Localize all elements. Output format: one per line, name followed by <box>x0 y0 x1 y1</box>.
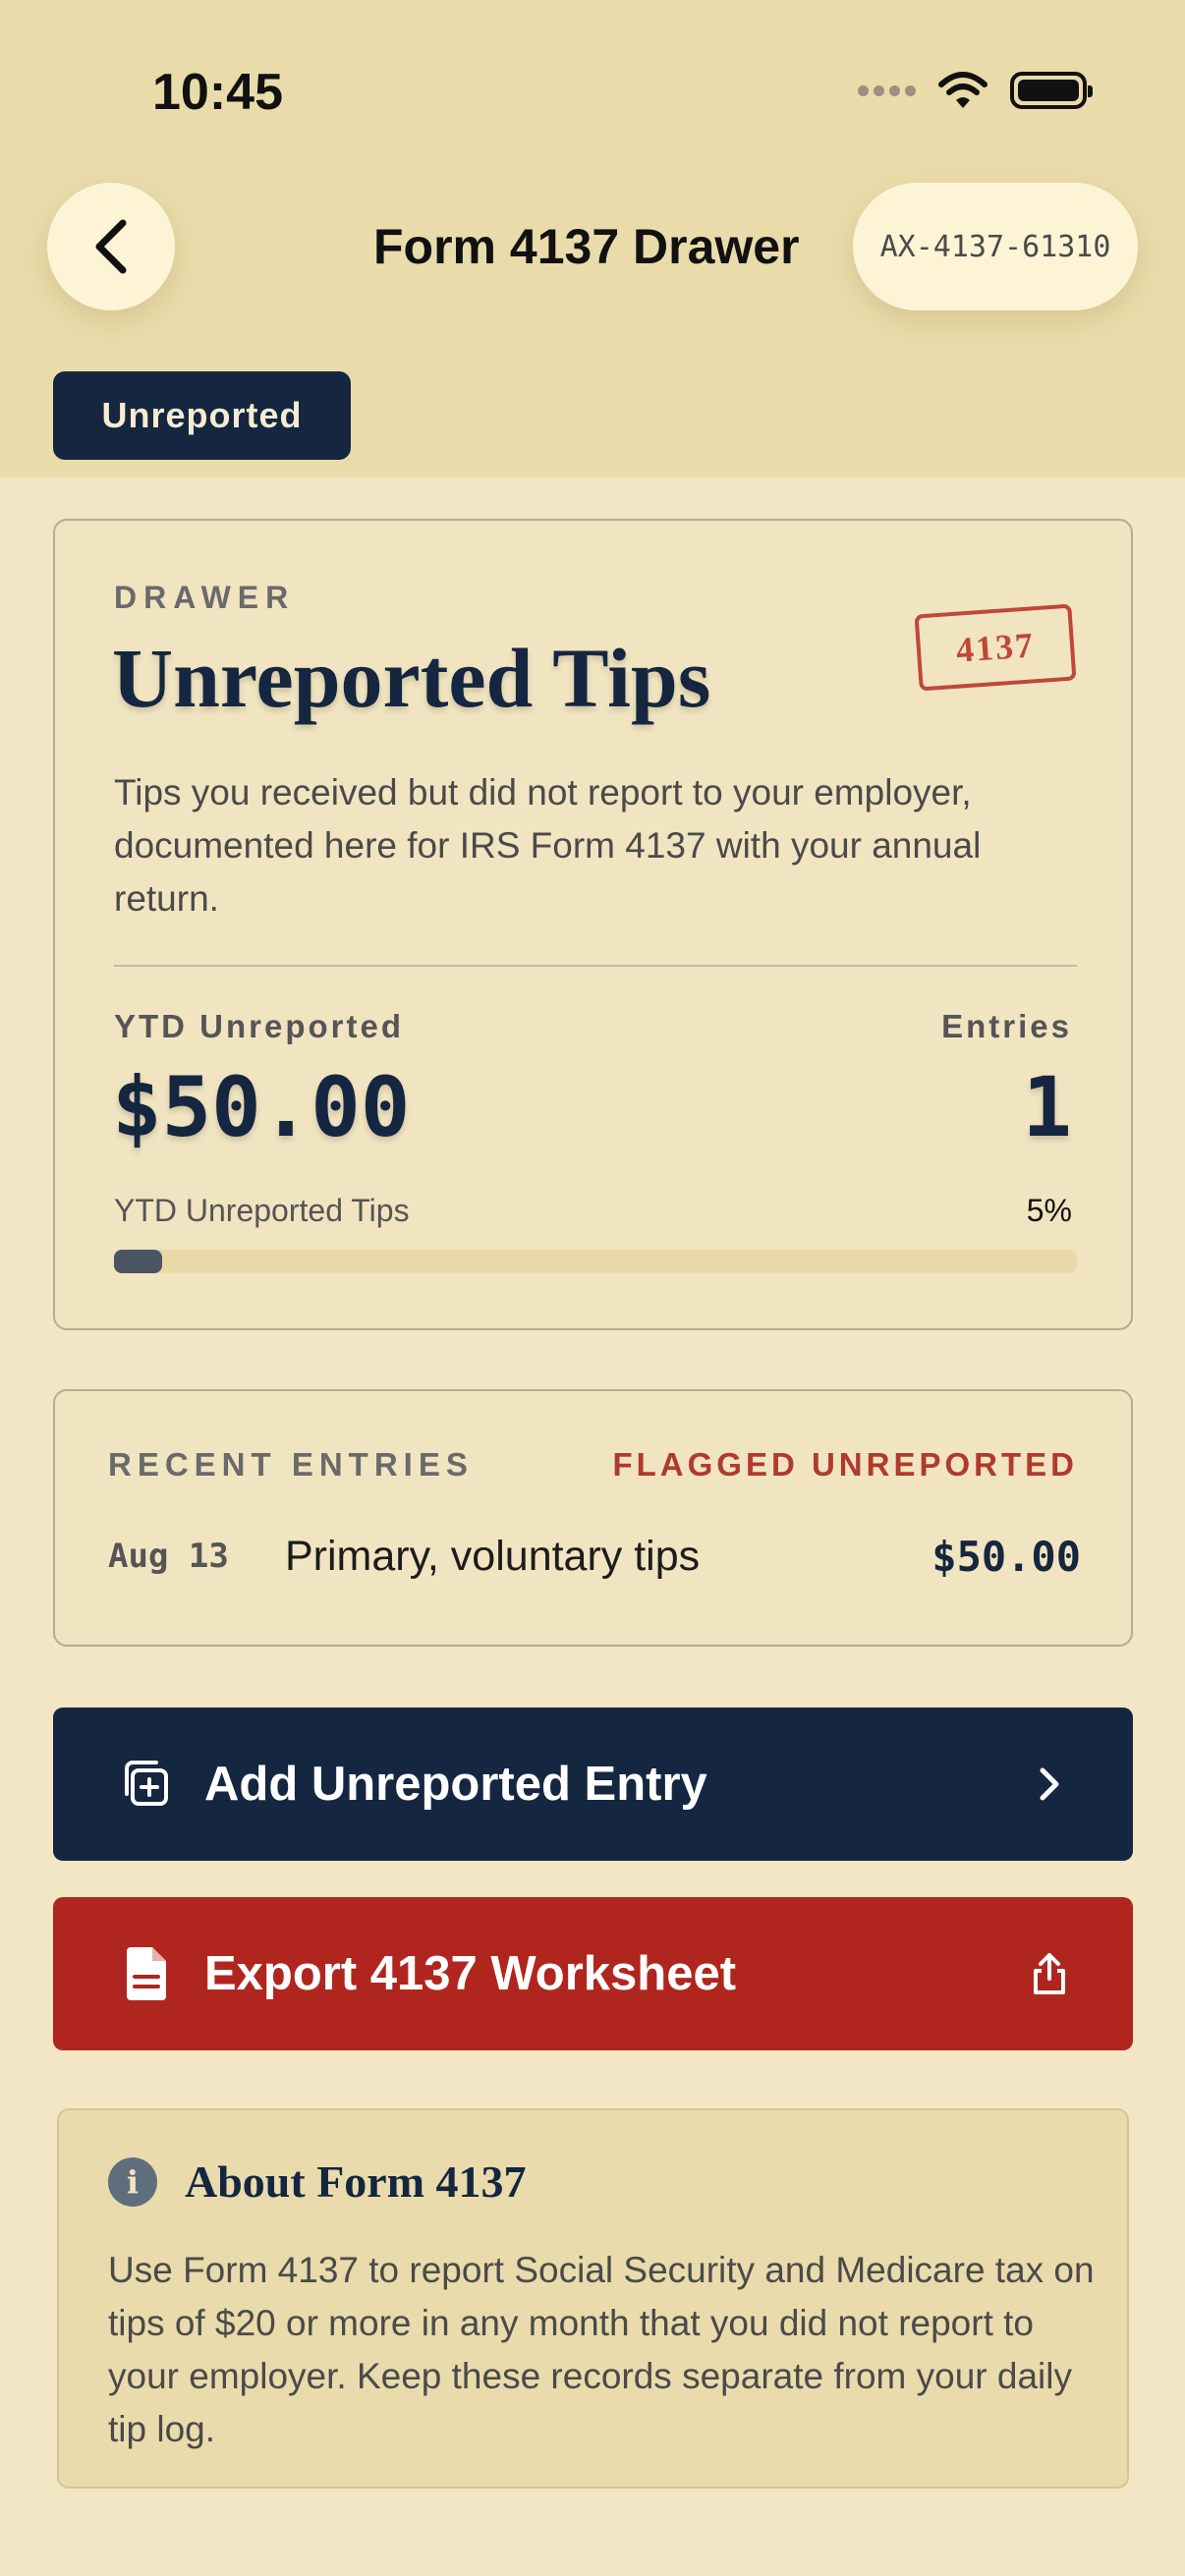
status-icons <box>858 71 1093 110</box>
about-title: About Form 4137 <box>185 2156 527 2207</box>
entries-count: 1 <box>1022 1059 1072 1155</box>
ytd-value: $50.00 <box>112 1059 411 1155</box>
add-square-icon <box>112 1750 181 1819</box>
export-label: Export 4137 Worksheet <box>204 1947 737 2000</box>
share-icon <box>1025 1949 1074 1998</box>
status-time: 10:45 <box>152 64 283 121</box>
entries-label: Entries <box>941 1008 1072 1044</box>
about-header: i About Form 4137 <box>108 2156 527 2208</box>
list-item[interactable]: Aug 13 Primary, voluntary tips $50.00 <box>108 1527 1081 1586</box>
case-id-pill[interactable]: AX-4137-61310 <box>853 183 1138 310</box>
header: 10:45 Form 4137 Drawer AX-4137-61310 Unr… <box>0 0 1185 477</box>
progress-fill <box>114 1250 162 1273</box>
drawer-eyebrow: DRAWER <box>114 580 296 615</box>
wifi-icon <box>938 72 988 108</box>
add-entry-label: Add Unreported Entry <box>204 1758 707 1811</box>
chevron-left-icon <box>95 219 127 274</box>
chevron-right-icon <box>1025 1760 1074 1809</box>
about-body: Use Form 4137 to report Social Security … <box>108 2250 1095 2449</box>
document-icon <box>112 1939 181 2008</box>
flagged-unreported-label: FLAGGED UNREPORTED <box>612 1446 1078 1483</box>
drawer-title: Unreported Tips <box>112 631 711 725</box>
entry-amount: $50.00 <box>931 1532 1081 1581</box>
form-stamp: 4137 <box>914 603 1077 692</box>
recent-entries-card: RECENT ENTRIES FLAGGED UNREPORTED Aug 13… <box>53 1389 1133 1647</box>
progress-bar <box>114 1250 1077 1273</box>
signal-dots-icon <box>858 84 916 96</box>
progress-label: YTD Unreported Tips <box>114 1193 410 1228</box>
ytd-label: YTD Unreported <box>114 1008 405 1044</box>
entry-date: Aug 13 <box>108 1537 229 1576</box>
page-title: Form 4137 Drawer <box>373 219 800 274</box>
about-form-card: i About Form 4137 Use Form 4137 to repor… <box>57 2108 1129 2489</box>
drawer-description: Tips you received but did not report to … <box>114 772 982 919</box>
progress-percent: 5% <box>1026 1193 1072 1228</box>
add-unreported-entry-button[interactable]: Add Unreported Entry <box>53 1708 1133 1861</box>
filter-chip-unreported[interactable]: Unreported <box>53 371 351 460</box>
export-worksheet-button[interactable]: Export 4137 Worksheet <box>53 1897 1133 2050</box>
battery-icon <box>1010 72 1093 109</box>
recent-entries-heading: RECENT ENTRIES <box>108 1446 474 1483</box>
entry-description: Primary, voluntary tips <box>285 1532 701 1580</box>
back-button[interactable] <box>47 183 175 310</box>
info-icon: i <box>108 2156 157 2207</box>
summary-card: DRAWER Unreported Tips 4137 Tips you rec… <box>53 519 1133 1330</box>
divider <box>114 965 1077 967</box>
